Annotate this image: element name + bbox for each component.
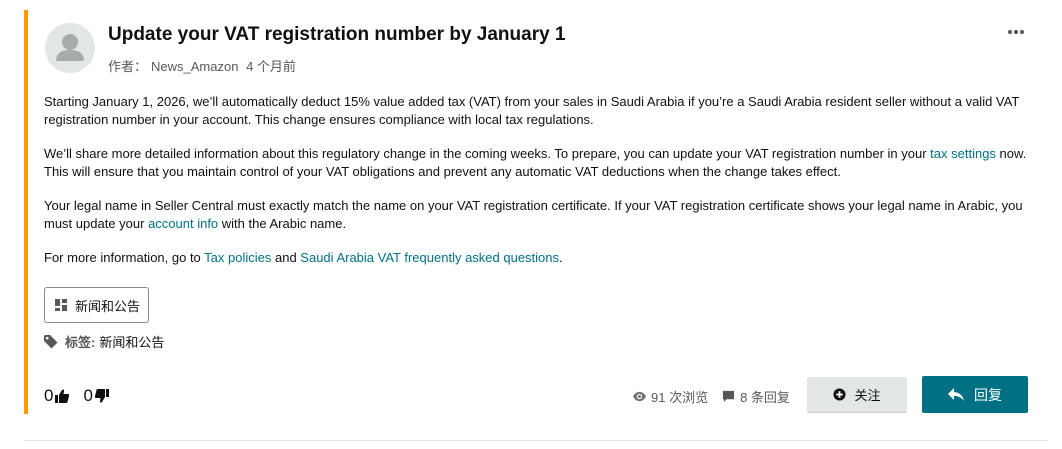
post-title: Update your VAT registration number by J… <box>108 24 566 45</box>
views-count: 91 次浏览 <box>651 390 709 405</box>
post-stats: 91 次浏览 8 条回复 <box>633 387 804 406</box>
tax-policies-link[interactable]: Tax policies <box>204 250 271 265</box>
replies-count: 8 条回复 <box>740 390 790 405</box>
downvote-count: 0 <box>83 386 93 405</box>
category-button[interactable]: 新闻和公告 <box>44 287 149 323</box>
dashboard-grid-icon <box>55 299 67 311</box>
reply-arrow-icon <box>948 387 964 401</box>
eye-icon <box>633 391 646 402</box>
accent-bar <box>24 10 28 414</box>
author-prefix: 作者： <box>108 59 148 74</box>
reply-label: 回复 <box>974 386 1002 403</box>
plus-circle-icon <box>833 388 847 401</box>
paragraph-4: For more information, go to Tax policies… <box>44 250 563 265</box>
post-time: 4 个月前 <box>246 59 296 74</box>
paragraph-3: Your legal name in Seller Central must e… <box>44 198 1023 231</box>
upvote-button[interactable]: 0 <box>44 386 70 406</box>
announcement-post: Update your VAT registration number by J… <box>24 10 1062 414</box>
user-avatar-icon <box>45 23 95 73</box>
follow-button[interactable]: 关注 <box>807 377 907 413</box>
thumbs-up-icon <box>55 389 70 403</box>
replies-stat: 8 条回复 <box>722 387 790 406</box>
saudi-vat-faq-link[interactable]: Saudi Arabia VAT frequently asked questi… <box>300 250 559 265</box>
tag-icon <box>44 334 58 348</box>
comment-icon <box>723 390 735 403</box>
avatar[interactable] <box>45 23 95 73</box>
divider <box>24 440 1048 441</box>
paragraph-2: We’ll share more detailed information ab… <box>44 146 1027 179</box>
follow-label: 关注 <box>854 388 881 403</box>
tax-settings-link[interactable]: tax settings <box>930 146 996 161</box>
author-name[interactable]: News_Amazon <box>151 59 238 74</box>
tags-label: 标签: <box>65 335 96 350</box>
account-info-link[interactable]: account info <box>148 216 218 231</box>
thumbs-down-icon <box>94 389 109 403</box>
paragraph-1: Starting January 1, 2026, we’ll automati… <box>44 94 1020 127</box>
tags-row: 标签: 新闻和公告 <box>44 332 164 351</box>
category-label: 新闻和公告 <box>75 298 141 314</box>
more-options-icon[interactable] <box>1004 22 1028 42</box>
post-body: Starting January 1, 2026, we’ll automati… <box>44 93 1044 283</box>
vote-controls: 0 0 <box>44 386 123 406</box>
upvote-count: 0 <box>44 386 54 405</box>
reply-button[interactable]: 回复 <box>922 376 1028 413</box>
tag-link[interactable]: 新闻和公告 <box>99 332 164 351</box>
post-meta: 作者： News_Amazon 4 个月前 <box>108 56 300 75</box>
downvote-button[interactable]: 0 <box>83 386 109 406</box>
views-stat: 91 次浏览 <box>633 387 708 406</box>
